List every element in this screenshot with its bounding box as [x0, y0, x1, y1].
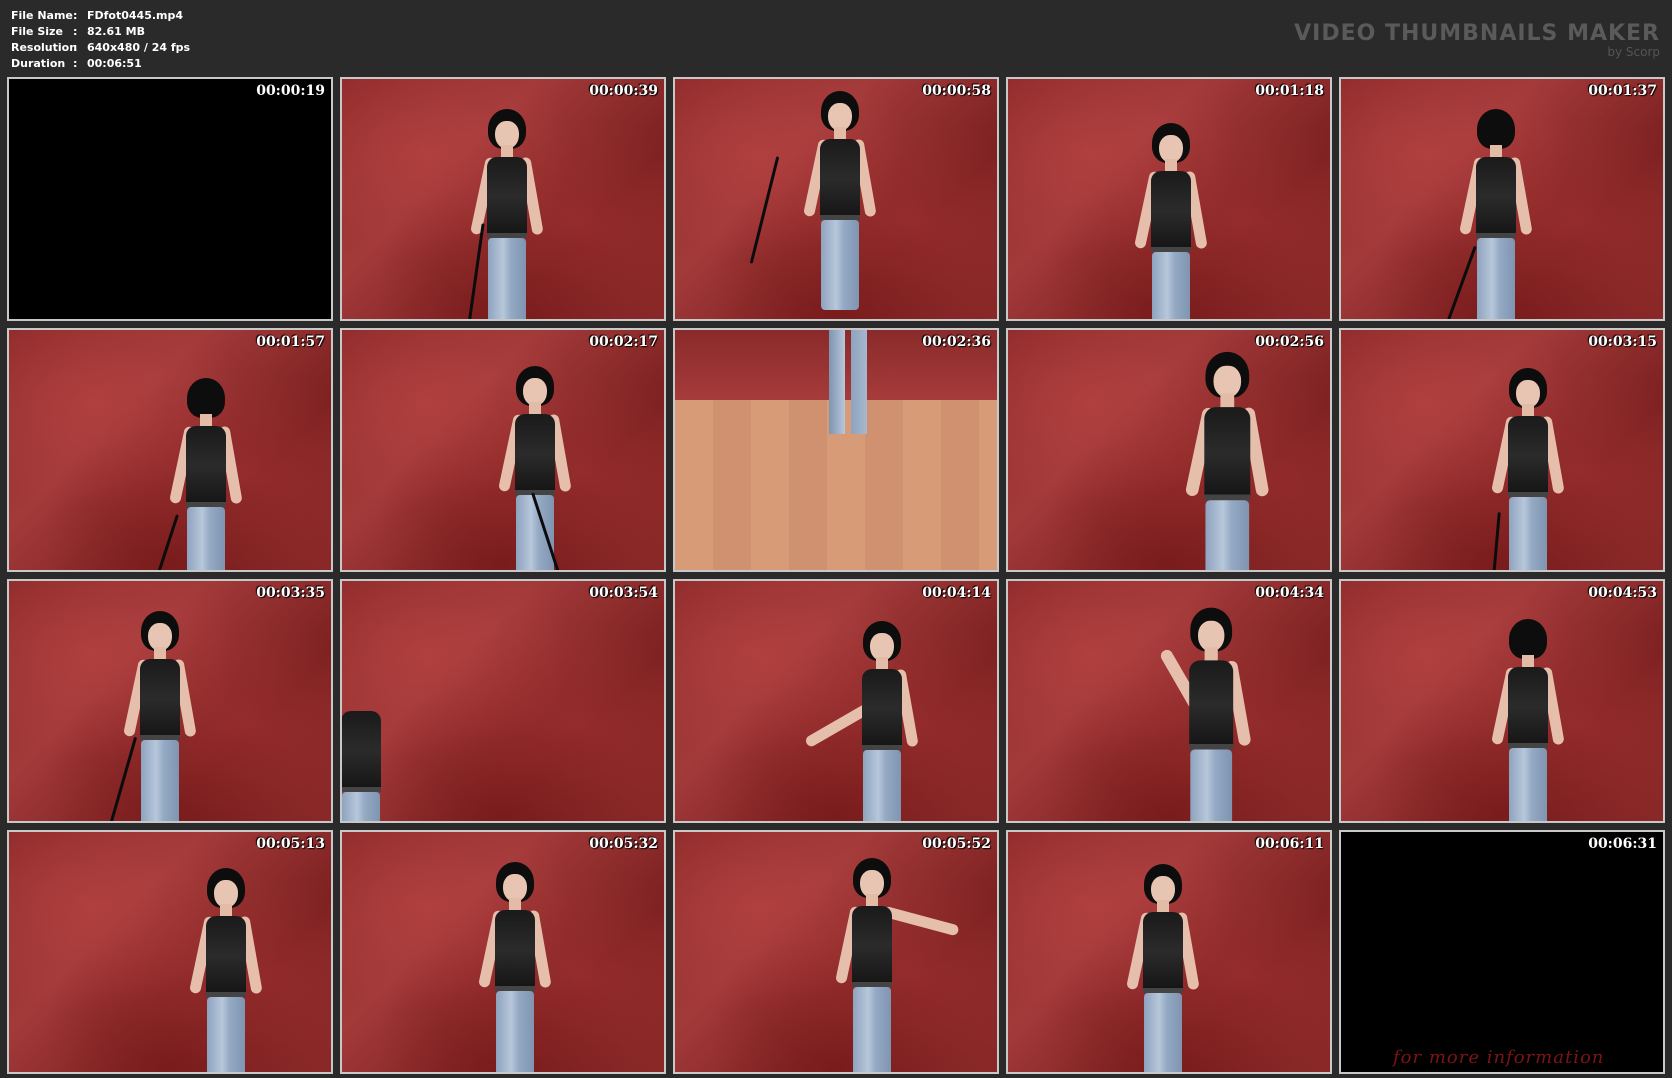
- thumbnail-timestamp: 00:03:35: [256, 585, 325, 601]
- thumbnail-timestamp: 00:02:17: [589, 334, 658, 350]
- thumbnail-timestamp: 00:05:32: [589, 836, 658, 852]
- file-size-row: File Size : 82.61 MB: [11, 24, 190, 40]
- thumbnail-timestamp: 00:02:56: [1255, 334, 1324, 350]
- thumbnail-grid: 00:00:19 00:00:39 00:00:58 00:01:18 00:0…: [7, 77, 1667, 1074]
- file-name-row: File Name : FDfot0445.mp4: [11, 8, 190, 24]
- thumbnail[interactable]: 00:02:36: [673, 328, 999, 572]
- thumbnail-timestamp: 00:00:58: [922, 83, 991, 99]
- thumbnail-timestamp: 00:01:37: [1588, 83, 1657, 99]
- person-figure: [189, 842, 263, 1072]
- thumbnail-timestamp: 00:01:18: [1255, 83, 1324, 99]
- person-figure: [803, 595, 919, 821]
- thumbnail-timestamp: 00:05:52: [922, 836, 991, 852]
- brand-logo: VIDEO THUMBNAILS MAKER by Scorp: [1294, 21, 1660, 59]
- thumbnail-timestamp: 00:04:14: [922, 585, 991, 601]
- brand-subtitle: by Scorp: [1607, 45, 1660, 59]
- thumbnail[interactable]: 00:03:35: [7, 579, 333, 823]
- separator: :: [73, 9, 78, 22]
- thumbnail[interactable]: 00:05:32: [340, 830, 666, 1074]
- duration-value: 00:06:51: [87, 57, 142, 70]
- thumbnail[interactable]: 00:02:17: [340, 328, 666, 572]
- person-figure: [749, 79, 877, 310]
- red-backdrop: [1008, 330, 1330, 570]
- resolution-value: 640x480 / 24 fps: [87, 41, 191, 54]
- thumbnail-timestamp: 00:05:13: [256, 836, 325, 852]
- separator: :: [73, 41, 78, 54]
- leg: [851, 330, 867, 434]
- thumbnail-timestamp: 00:06:11: [1255, 836, 1324, 852]
- person-figure: [466, 83, 544, 319]
- brand-title: VIDEO THUMBNAILS MAKER: [1294, 21, 1660, 46]
- red-backdrop: [675, 581, 997, 821]
- leg: [829, 330, 845, 434]
- sheet-header: File Name : FDfot0445.mp4 File Size : 82…: [0, 0, 1672, 76]
- thumbnail[interactable]: 00:06:11: [1006, 830, 1332, 1074]
- file-info: File Name : FDfot0445.mp4 File Size : 82…: [11, 8, 190, 72]
- thumbnail-timestamp: 00:00:19: [256, 83, 325, 99]
- thumbnail[interactable]: 00:04:53: [1339, 579, 1665, 823]
- duration-label: Duration: [11, 57, 66, 70]
- thumbnail[interactable]: 00:03:54: [340, 579, 666, 823]
- separator: :: [73, 57, 78, 70]
- thumbnail[interactable]: 00:03:15: [1339, 328, 1665, 572]
- thumbnail[interactable]: 00:01:37: [1339, 77, 1665, 321]
- thumbnail[interactable]: 00:00:19: [7, 77, 333, 321]
- info-overlay-text: for more information: [1393, 1047, 1605, 1068]
- thumbnail-timestamp: 00:03:15: [1588, 334, 1657, 350]
- person-figure: [1134, 97, 1208, 319]
- thumbnail[interactable]: 00:01:57: [7, 328, 333, 572]
- person-figure: [835, 832, 960, 1072]
- duration-row: Duration : 00:06:51: [11, 56, 190, 72]
- separator: :: [73, 25, 78, 38]
- thumbnail[interactable]: 00:05:13: [7, 830, 333, 1074]
- person-figure: [1184, 330, 1270, 570]
- thumbnail-timestamp: 00:00:39: [589, 83, 658, 99]
- person-figure: [1488, 342, 1565, 570]
- thumbnail[interactable]: 00:02:56: [1006, 328, 1332, 572]
- thumbnail[interactable]: 00:04:34: [1006, 579, 1332, 823]
- thumbnail[interactable]: 00:00:58: [673, 77, 999, 321]
- thumbnail[interactable]: 00:04:14: [673, 579, 999, 823]
- person-figure: [142, 352, 243, 570]
- person-figure: [1158, 581, 1252, 821]
- red-backdrop: [1008, 581, 1330, 821]
- thumbnail-timestamp: 00:04:34: [1255, 585, 1324, 601]
- thumbnail-timestamp: 00:06:31: [1588, 836, 1657, 852]
- person-figure: [498, 340, 572, 570]
- person-figure: [342, 637, 394, 821]
- thumbnail-timestamp: 00:03:54: [589, 585, 658, 601]
- thumbnail[interactable]: 00:00:39: [340, 77, 666, 321]
- person-figure: [103, 585, 197, 821]
- thumbnail[interactable]: 00:01:18: [1006, 77, 1332, 321]
- file-size-value: 82.61 MB: [87, 25, 145, 38]
- thumbnail[interactable]: 00:06:31 for more information: [1339, 830, 1665, 1074]
- file-name-value: FDfot0445.mp4: [87, 9, 184, 22]
- red-backdrop: [9, 832, 331, 1072]
- resolution-label: Resolution: [11, 41, 78, 54]
- person-figure: [478, 836, 552, 1072]
- thumbnail-timestamp: 00:02:36: [922, 334, 991, 350]
- person-figure: [1436, 83, 1533, 319]
- resolution-row: Resolution : 640x480 / 24 fps: [11, 40, 190, 56]
- file-name-label: File Name: [11, 9, 73, 22]
- person-figure: [1126, 838, 1200, 1072]
- file-size-label: File Size: [11, 25, 63, 38]
- thumbnail-timestamp: 00:04:53: [1588, 585, 1657, 601]
- person-figure: [1491, 593, 1565, 821]
- thumbnail-timestamp: 00:01:57: [256, 334, 325, 350]
- thumbnail[interactable]: 00:05:52: [673, 830, 999, 1074]
